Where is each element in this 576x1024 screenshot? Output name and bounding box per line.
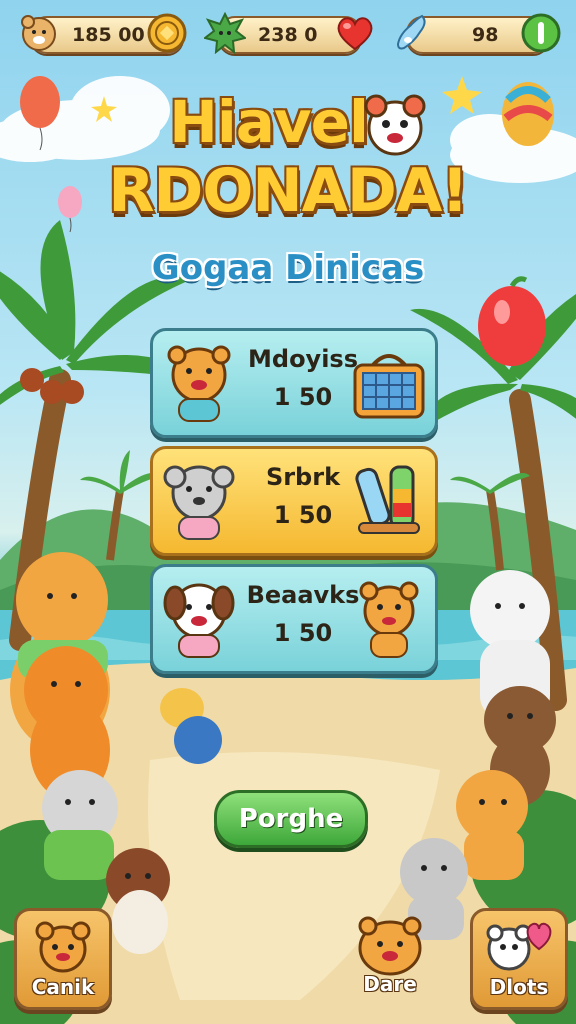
coin-icon[interactable] [146,12,188,54]
hamster-icon [35,921,91,973]
nav-label-dare: Dare [363,972,417,996]
leaf-creature-icon [204,12,246,54]
tile-box-icon [353,354,425,419]
nav-label-dlots: Dlots [489,975,549,999]
energy-value: 238 0 [258,24,318,46]
game-screen: 185 00 238 0 98 Hiavelo RDONADA! Gogaa D… [0,0,576,1024]
nav-button-canik[interactable]: Canik [14,908,112,1010]
purchase-button[interactable]: Porghe [214,790,368,848]
hamster-icon [21,15,56,51]
nav-label-canik: Canik [31,975,95,999]
nav-button-dare[interactable]: Dare [344,908,436,1004]
heart-icon[interactable] [334,12,376,54]
bear-heart-icon [486,922,552,971]
offer-card-2[interactable]: Srbrk 1 50 [150,446,438,556]
coins-value: 185 00 [72,24,145,46]
game-title-line-2: RDONADA! [108,156,468,226]
nav-button-dlots[interactable]: Dlots [470,908,568,1010]
game-subtitle: Gogaa Dinicas [151,248,425,288]
potion-drop-icon [396,14,426,50]
offer-card-3[interactable]: Beaavks 1 50 [150,564,438,674]
game-title-line-1: Hiavelo [169,88,407,156]
gems-value: 98 [472,24,499,46]
tiger-cub-icon [358,916,422,976]
add-button-icon[interactable] [520,12,562,54]
color-tubes-icon [355,465,420,534]
tiger-cub-icon [359,581,419,658]
offer-card-1[interactable]: Mdoyiss 1 50 [150,328,438,438]
mascot-icon [364,94,426,156]
